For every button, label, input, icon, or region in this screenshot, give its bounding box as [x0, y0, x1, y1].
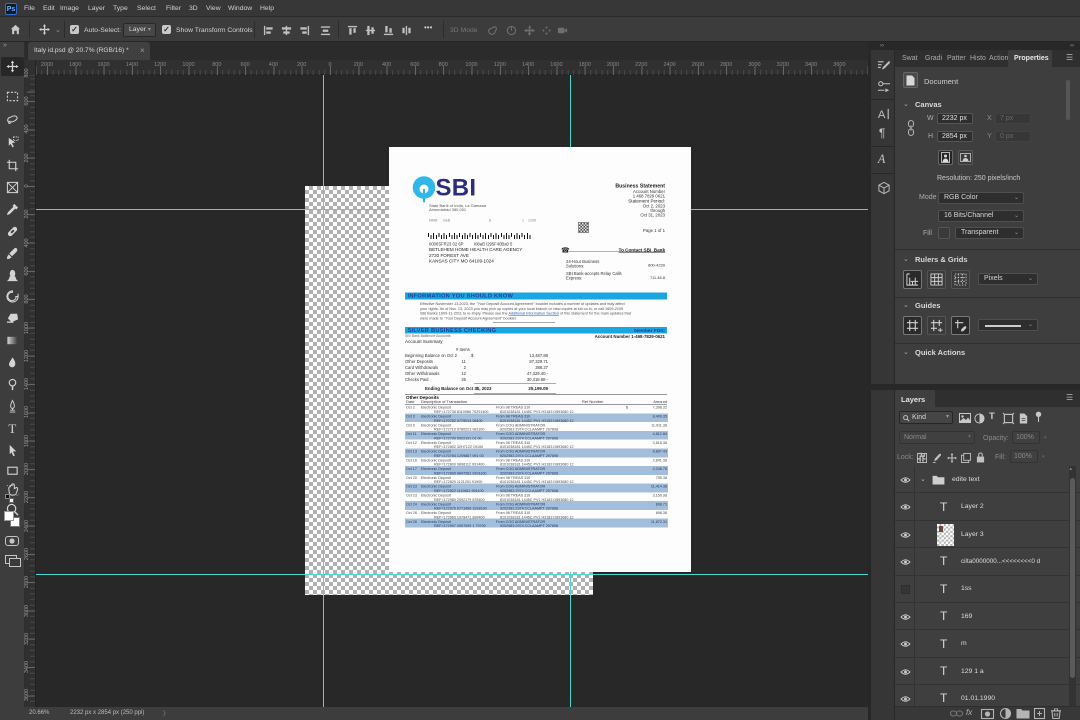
svg-text:A: A	[878, 109, 886, 121]
svg-text:¶: ¶	[879, 126, 886, 140]
svg-text:A: A	[877, 152, 886, 166]
svg-text:T: T	[8, 421, 16, 436]
